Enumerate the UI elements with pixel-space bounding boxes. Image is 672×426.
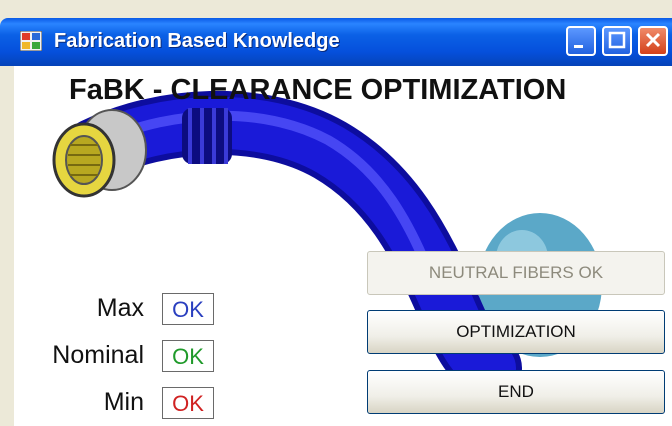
min-status-field: OK [162,387,214,419]
neutral-fibers-button[interactable]: NEUTRAL FIBERS OK [367,251,665,295]
nominal-status-field: OK [162,340,214,372]
page-title: FaBK - CLEARANCE OPTIMIZATION [69,74,567,106]
sleeve-rib [212,108,216,164]
sleeve-rib [200,108,204,164]
application-window: Fabrication Based Knowledge FaBK - CLEAR… [0,0,672,426]
nominal-label: Nominal [52,341,144,369]
max-label: Max [96,294,144,322]
connector-opening [65,135,103,185]
min-label: Min [103,388,144,416]
sleeve-rib [224,108,228,164]
max-status-field: OK [162,293,214,325]
end-button[interactable]: END [367,370,665,414]
optimization-button[interactable]: OPTIMIZATION [367,310,665,354]
sleeve-rib [188,108,192,164]
